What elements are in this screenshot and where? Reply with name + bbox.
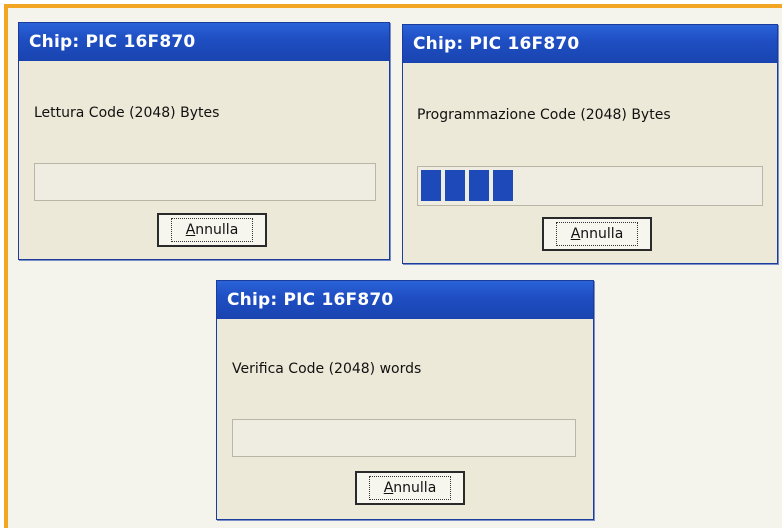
dialog-lettura: Chip: PIC 16F870 Lettura Code (2048) Byt… <box>18 22 390 260</box>
dialog-verifica: Chip: PIC 16F870 Verifica Code (2048) wo… <box>216 280 594 520</box>
progress-bar <box>34 163 376 201</box>
progress-segment <box>421 170 441 201</box>
dialog-programmazione: Chip: PIC 16F870 Programmazione Code (20… <box>402 24 778 264</box>
annulla-button-label: Annulla <box>555 222 639 246</box>
progress-bar <box>417 166 763 206</box>
progress-bar <box>232 419 576 457</box>
annulla-button-label: Annulla <box>170 218 254 242</box>
dialog-title: Chip: PIC 16F870 <box>217 281 593 319</box>
progress-segment <box>469 170 489 201</box>
annulla-button-label: Annulla <box>368 476 452 500</box>
annulla-button[interactable]: Annulla <box>542 217 652 251</box>
dialog-message: Verifica Code (2048) words <box>232 361 422 377</box>
progress-segment <box>445 170 465 201</box>
dialog-title: Chip: PIC 16F870 <box>19 23 389 61</box>
dialog-message: Lettura Code (2048) Bytes <box>34 105 220 121</box>
dialog-title: Chip: PIC 16F870 <box>403 25 777 63</box>
annulla-button[interactable]: Annulla <box>157 213 267 247</box>
dialog-message: Programmazione Code (2048) Bytes <box>417 107 671 123</box>
progress-segment <box>493 170 513 201</box>
annulla-button[interactable]: Annulla <box>355 471 465 505</box>
